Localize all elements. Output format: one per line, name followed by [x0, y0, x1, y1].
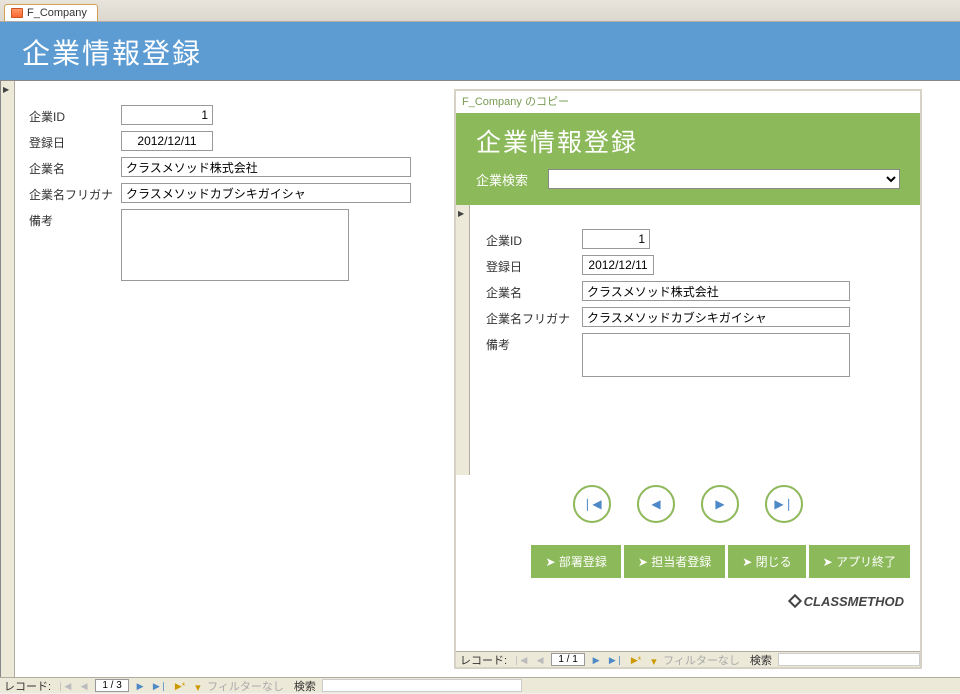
recnav-label: レコード: [460, 652, 507, 668]
tab-label: F_Company [27, 7, 87, 19]
nav-prev-button[interactable]: ◀ [637, 485, 675, 523]
recnav-main-next-icon[interactable]: ▶ [131, 679, 149, 693]
nav-first-button[interactable]: ❘◀ [573, 485, 611, 523]
recnav-main-search-label: 検索 [294, 678, 316, 694]
input-company-name[interactable] [121, 157, 411, 177]
subform-company-copy: F_Company のコピー 企業情報登録 企業検索 企業ID 登録日 企業名 [454, 89, 922, 669]
label-reg-date: 登録日 [29, 131, 121, 151]
recnav-main-prev-icon[interactable]: ◀ [75, 679, 93, 693]
sub-label-company-id: 企業ID [486, 229, 582, 249]
page-title: 企業情報登録 [0, 22, 960, 84]
funnel-icon: ▾ [195, 681, 205, 691]
recnav-main-search-input[interactable] [322, 679, 522, 692]
subform-caption: F_Company のコピー [456, 91, 920, 113]
input-remarks[interactable] [121, 209, 349, 281]
recnav-search-label: 検索 [750, 652, 772, 668]
subform-title: 企業情報登録 [456, 113, 920, 169]
label-furigana: 企業名フリガナ [29, 183, 121, 203]
recnav-main-new-icon[interactable]: ▶* [171, 679, 189, 693]
input-furigana[interactable] [121, 183, 411, 203]
sub-input-furigana[interactable] [582, 307, 850, 327]
combo-company-search[interactable] [548, 169, 900, 189]
recnav-filter[interactable]: ▾フィルターなし [651, 652, 740, 668]
button-close[interactable]: ➤ 閉じる [728, 545, 805, 578]
input-reg-date[interactable] [121, 131, 213, 151]
sub-input-company-id[interactable] [582, 229, 650, 249]
tab-strip: F_Company [0, 0, 960, 22]
label-company-name: 企業名 [29, 157, 121, 177]
sub-input-remarks[interactable] [582, 333, 850, 377]
button-person-register[interactable]: ➤ 担当者登録 [624, 545, 725, 578]
diamond-icon [788, 594, 802, 608]
label-remarks: 備考 [29, 209, 121, 229]
form-body: 企業ID 登録日 企業名 企業名フリガナ 備考 F_Company のコピー 企… [0, 80, 960, 677]
recnav-new-icon[interactable]: ▶* [627, 653, 645, 667]
button-dept-register[interactable]: ➤ 部署登録 [531, 545, 620, 578]
recnav-search-input[interactable] [778, 653, 920, 666]
record-navigator-sub: レコード: ❘◀ ◀ ▶ ▶❘ ▶* ▾フィルターなし 検索 [456, 651, 920, 667]
record-selector-sub[interactable] [456, 205, 470, 475]
left-form: 企業ID 登録日 企業名 企業名フリガナ 備考 [29, 105, 429, 287]
button-exit-app[interactable]: ➤ アプリ終了 [809, 545, 910, 578]
recnav-main-label: レコード: [4, 678, 51, 694]
recnav-last-icon[interactable]: ▶❘ [607, 653, 625, 667]
sub-input-reg-date[interactable] [582, 255, 654, 275]
label-company-search: 企業検索 [476, 170, 528, 189]
classmethod-logo: CLASSMETHOD [456, 588, 920, 609]
command-button-row: ➤ 部署登録 ➤ 担当者登録 ➤ 閉じる ➤ アプリ終了 [456, 541, 920, 588]
logo-text: CLASSMETHOD [804, 594, 904, 609]
recnav-prev-icon[interactable]: ◀ [531, 653, 549, 667]
input-company-id[interactable] [121, 105, 213, 125]
label-company-id: 企業ID [29, 105, 121, 125]
sub-label-company-name: 企業名 [486, 281, 582, 301]
tab-f-company[interactable]: F_Company [4, 4, 98, 21]
sub-label-remarks: 備考 [486, 333, 582, 353]
record-navigator-main: レコード: ❘◀ ◀ ▶ ▶❘ ▶* ▾フィルターなし 検索 [0, 677, 960, 693]
funnel-icon: ▾ [651, 655, 661, 665]
sub-label-furigana: 企業名フリガナ [486, 307, 582, 327]
recnav-first-icon[interactable]: ❘◀ [511, 653, 529, 667]
form-icon [11, 8, 23, 18]
recnav-main-position[interactable] [95, 679, 129, 692]
sub-input-company-name[interactable] [582, 281, 850, 301]
navigation-circle-row: ❘◀ ◀ ▶ ▶❘ [456, 475, 920, 541]
recnav-position[interactable] [551, 653, 585, 666]
recnav-main-filter[interactable]: ▾フィルターなし [195, 678, 284, 694]
search-row: 企業検索 [456, 169, 920, 205]
record-selector-main[interactable] [1, 81, 15, 677]
nav-next-button[interactable]: ▶ [701, 485, 739, 523]
nav-last-button[interactable]: ▶❘ [765, 485, 803, 523]
sub-label-reg-date: 登録日 [486, 255, 582, 275]
recnav-main-last-icon[interactable]: ▶❘ [151, 679, 169, 693]
recnav-main-first-icon[interactable]: ❘◀ [55, 679, 73, 693]
recnav-next-icon[interactable]: ▶ [587, 653, 605, 667]
